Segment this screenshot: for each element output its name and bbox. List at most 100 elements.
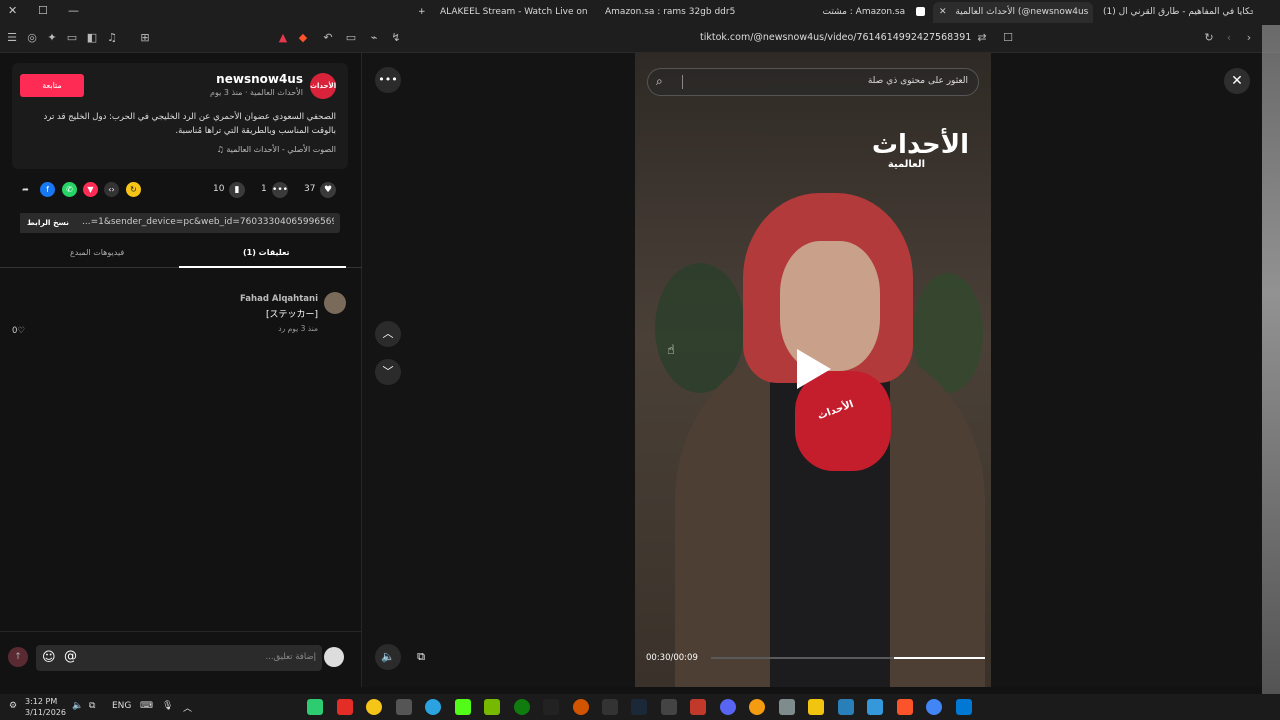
taskbar-app-icon[interactable] (838, 699, 854, 715)
tab-amazon-mshtt[interactable]: Amazon.sa : مشتت (770, 2, 925, 23)
author-avatar[interactable]: الأحداث (310, 73, 336, 99)
embed-icon[interactable]: ‹› (104, 182, 119, 197)
taskbar-app-icon[interactable] (366, 699, 382, 715)
taskbar-app-icon[interactable] (543, 699, 559, 715)
windows-start-icon[interactable] (956, 699, 972, 715)
taskbar-app-icon[interactable] (396, 699, 412, 715)
taskbar-chrome-icon[interactable] (926, 699, 942, 715)
taskbar-youtube-icon[interactable] (337, 699, 353, 715)
taskbar-settings-icon[interactable] (779, 699, 795, 715)
taskbar-app-icon[interactable] (690, 699, 706, 715)
taskbar-app-icon[interactable] (749, 699, 765, 715)
commenter-name[interactable]: Fahad Alqahtani (240, 294, 318, 304)
bookmark-icon[interactable]: ☐ (1001, 31, 1015, 45)
emoji-icon[interactable]: ☺ (42, 650, 56, 665)
comment-icon[interactable]: ••• (272, 182, 288, 198)
tab-creator-videos[interactable]: فيديوهات المبدع (70, 248, 124, 257)
taskbar-xbox-icon[interactable] (514, 699, 530, 715)
taskbar-explorer-icon[interactable] (808, 699, 824, 715)
site-settings-icon[interactable]: ⇄ (975, 31, 989, 45)
menu-icon[interactable]: ☰ (5, 31, 19, 45)
next-video-icon[interactable]: ﹀ (375, 359, 401, 385)
repost-icon[interactable]: ↻ (126, 182, 141, 197)
sidebar-icon[interactable]: ◧ (85, 31, 99, 45)
related-search[interactable]: ⌕ العثور على محتوى ذي صلة (647, 68, 979, 96)
tab-amazon-rams[interactable]: Amazon.sa : rams 32gb ddr5 (605, 2, 755, 23)
play-icon[interactable] (797, 349, 831, 389)
send-icon[interactable]: ▼ (83, 182, 98, 197)
volume-icon[interactable]: 🔈 (375, 644, 401, 670)
window-maximize-icon[interactable]: ☐ (38, 4, 48, 17)
share-icon[interactable]: ➦ (18, 182, 33, 197)
tab-youtube[interactable]: (1) حكايا في المفاهيم - طارق القرني ال (1103, 2, 1253, 23)
reader-icon[interactable]: ▭ (344, 31, 358, 45)
taskbar-steam-icon[interactable] (631, 699, 647, 715)
author-username[interactable]: newsnow4us (216, 72, 303, 86)
clock[interactable]: 3:12 PM 3/11/2026 (25, 696, 66, 718)
reload-icon[interactable]: ↻ (1202, 31, 1216, 45)
window-minimize-icon[interactable]: — (68, 4, 79, 17)
tab-kick[interactable]: ALAKEEL Stream - Watch Live on Kick (440, 2, 590, 23)
close-video-button[interactable]: ✕ (1224, 68, 1250, 94)
brave-rewards-icon[interactable]: ▲ (276, 31, 290, 45)
taskbar-telegram-icon[interactable] (425, 699, 441, 715)
facebook-icon[interactable]: f (40, 182, 55, 197)
comment-input[interactable]: ☺ @ إضافة تعليق... (36, 645, 322, 671)
forward-icon[interactable]: › (1242, 31, 1256, 45)
progress-bar[interactable] (711, 657, 985, 659)
taskbar-app-icon[interactable] (307, 699, 323, 715)
post-info-card: الأحداث newsnow4us الأحداث العالمية · من… (12, 63, 348, 169)
keyboard-icon[interactable]: ⌨ (140, 701, 153, 711)
tab-comments[interactable]: تعليقات (1) (243, 248, 290, 257)
new-tab-button[interactable]: + (418, 2, 430, 23)
taskbar-app-icon[interactable] (867, 699, 883, 715)
post-music[interactable]: الصوت الأصلي - الأحداث العالمية ♫ (217, 145, 336, 154)
bookmark-save-icon[interactable]: ▮ (229, 182, 245, 198)
back-history-icon[interactable]: ↶ (321, 31, 335, 45)
heart-icon[interactable]: ♥ (320, 182, 336, 198)
volume-tray-icon[interactable]: 🔈 (72, 701, 83, 711)
share-link-text[interactable]: ...=1&sender_device=pc&web_id=7603330406… (82, 217, 334, 227)
search-divider (682, 75, 683, 89)
taskbar-kick-icon[interactable] (455, 699, 471, 715)
media-icon[interactable]: ♫ (105, 31, 119, 45)
send-arrow-icon[interactable]: ↑ (8, 647, 28, 667)
shield-icon[interactable]: ◎ (25, 31, 39, 45)
network-icon[interactable]: ⧉ (89, 701, 95, 711)
window-close-icon[interactable]: ✕ (8, 4, 17, 17)
microphone-icon[interactable]: 🎙 (162, 701, 173, 711)
tab-close-icon[interactable]: ✕ (939, 7, 947, 17)
translate-icon[interactable]: ⌁ (367, 31, 381, 45)
settings-gear-icon[interactable]: ⚙ (9, 701, 17, 711)
taskbar-app-icon[interactable] (661, 699, 677, 715)
pip-icon[interactable]: ⧉ (408, 644, 434, 670)
taskbar-discord-icon[interactable] (720, 699, 736, 715)
whatsapp-icon[interactable]: ✆ (62, 182, 77, 197)
mention-button[interactable]: @ (64, 649, 77, 664)
extensions-icon[interactable]: ✦ (45, 31, 59, 45)
screenshot-icon[interactable]: ⊞ (138, 31, 152, 45)
video-player[interactable]: الأحداث الأحداث العالمية ⌕ العثور على مح… (635, 53, 991, 687)
taskbar-epic-icon[interactable] (602, 699, 618, 715)
taskbar-app-icon[interactable] (573, 699, 589, 715)
taskbar-nvidia-icon[interactable] (484, 699, 500, 715)
comment-item: Fahad Alqahtani [ステッカー] منذ 3 يوم رد 0♡ (0, 290, 362, 340)
language-indicator[interactable]: ENG (112, 701, 131, 711)
brave-shield-icon[interactable]: ◆ (296, 31, 310, 45)
back-icon[interactable]: ‹ (1222, 31, 1236, 45)
copy-link-button[interactable]: نسخ الرابط (20, 213, 76, 233)
follow-button[interactable]: متابعة (20, 74, 84, 97)
more-options-icon[interactable]: ••• (375, 67, 401, 93)
user-avatar[interactable] (324, 647, 344, 667)
tab-tiktok-active[interactable]: ✕ الأحداث العالمية (@newsnow4us ♪ (933, 2, 1093, 23)
previous-video-icon[interactable]: ︿ (375, 321, 401, 347)
chevron-up-icon[interactable]: ︿ (183, 701, 192, 714)
address-bar[interactable]: tiktok.com/@newsnow4us/video/76146149924… (700, 32, 971, 43)
taskbar-brave-icon[interactable] (897, 699, 913, 715)
comment-text: [ステッカー] (265, 310, 318, 320)
comment-meta[interactable]: منذ 3 يوم رد (278, 324, 318, 333)
commenter-avatar[interactable] (324, 292, 346, 314)
wallet-icon[interactable]: ▭ (65, 31, 79, 45)
leo-icon[interactable]: ↯ (389, 31, 403, 45)
comment-like[interactable]: 0♡ (12, 326, 25, 336)
